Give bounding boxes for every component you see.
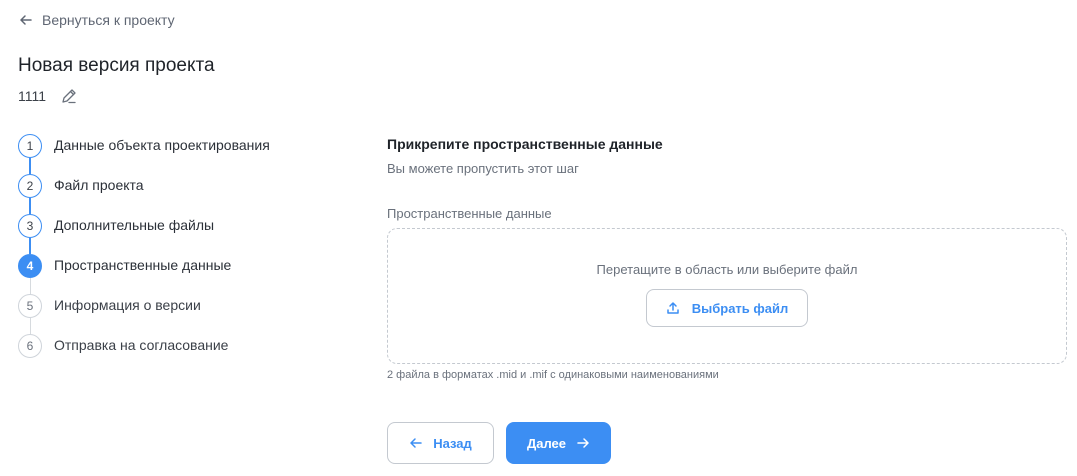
step-number: 1 (18, 134, 42, 158)
arrow-left-icon (409, 436, 423, 450)
step-number: 3 (18, 214, 42, 238)
step-2[interactable]: 2 Файл проекта (18, 174, 348, 214)
step-connector (29, 198, 31, 214)
upload-icon (666, 301, 680, 315)
step-number: 4 (18, 254, 42, 278)
step-label: Файл проекта (54, 177, 144, 193)
choose-file-label: Выбрать файл (691, 300, 789, 316)
step-label: Отправка на согласование (54, 337, 229, 353)
step-connector (30, 318, 31, 334)
page-title: Новая версия проекта (18, 55, 215, 76)
file-format-hint: 2 файла в форматах .mid и .mif с одинако… (387, 369, 719, 381)
step-label: Информация о версии (54, 297, 201, 313)
next-button-label: Далее (526, 435, 567, 451)
step-3[interactable]: 3 Дополнительные файлы (18, 214, 348, 254)
step-connector (29, 238, 31, 254)
step-label: Дополнительные файлы (54, 217, 215, 233)
project-name-row: 1111 (18, 87, 78, 105)
back-to-project-link[interactable]: Вернуться к проекту (18, 12, 175, 28)
step-number: 6 (18, 334, 42, 358)
pencil-icon[interactable] (60, 87, 78, 105)
step-6[interactable]: 6 Отправка на согласование (18, 334, 348, 374)
stepper: 1 Данные объекта проектирования 2 Файл п… (18, 134, 348, 374)
step-number: 5 (18, 294, 42, 318)
dropzone-text: Перетащите в область или выберите файл (596, 262, 858, 277)
next-button[interactable]: Далее (506, 422, 611, 464)
new-version-page: Вернуться к проекту Новая версия проекта… (0, 0, 1077, 476)
back-button-label: Назад (433, 435, 472, 451)
step-number: 2 (18, 174, 42, 198)
step-label: Пространственные данные (54, 257, 232, 273)
section-title: Прикрепите пространственные данные (387, 136, 663, 152)
back-button[interactable]: Назад (387, 422, 494, 464)
step-label: Данные объекта проектирования (54, 137, 270, 153)
choose-file-button[interactable]: Выбрать файл (646, 289, 808, 327)
step-1[interactable]: 1 Данные объекта проектирования (18, 134, 348, 174)
arrow-right-icon (576, 436, 590, 450)
step-connector (29, 158, 31, 174)
back-link-label: Вернуться к проекту (42, 12, 175, 28)
file-dropzone[interactable]: Перетащите в область или выберите файл В… (387, 228, 1067, 364)
arrow-left-icon (18, 12, 34, 28)
spatial-data-label: Пространственные данные (387, 206, 552, 221)
project-name: 1111 (18, 88, 47, 104)
step-5[interactable]: 5 Информация о версии (18, 294, 348, 334)
section-subtitle: Вы можете пропустить этот шаг (387, 161, 579, 176)
step-4[interactable]: 4 Пространственные данные (18, 254, 348, 294)
step-connector (30, 278, 31, 294)
